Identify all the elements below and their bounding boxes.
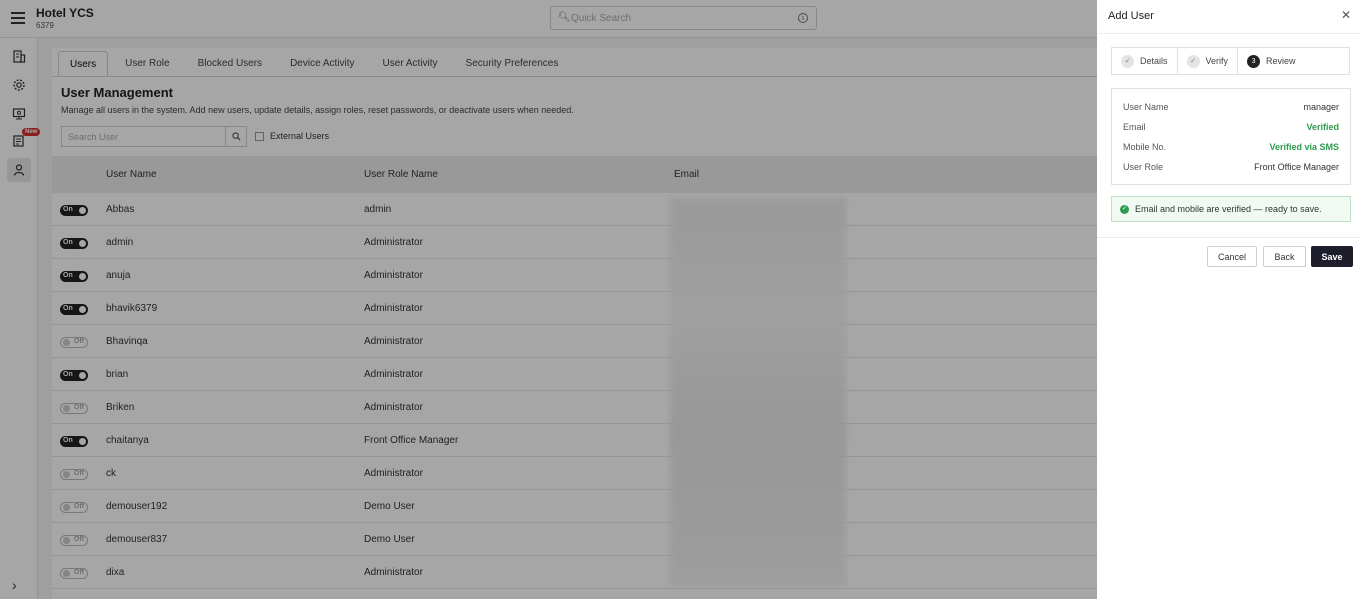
review-summary: User Name manager Email Verified Mobile … <box>1111 88 1351 185</box>
review-key: User Name <box>1123 102 1169 112</box>
review-row-user-role: User Role Front Office Manager <box>1123 162 1339 176</box>
review-value: Verified via SMS <box>1269 142 1339 152</box>
review-row-user-name: User Name manager <box>1123 102 1339 116</box>
review-key: User Role <box>1123 162 1164 172</box>
step-review[interactable]: 3 Review <box>1238 48 1305 74</box>
review-key: Mobile No. <box>1123 142 1167 152</box>
review-value: Verified <box>1306 122 1339 132</box>
drawer-divider <box>1097 33 1361 34</box>
add-user-drawer: Add User ✕ ✓ Details ✓ Verify 3 Review U… <box>1097 0 1361 599</box>
back-button[interactable]: Back <box>1263 246 1306 267</box>
close-icon[interactable]: ✕ <box>1341 8 1351 22</box>
step-details[interactable]: ✓ Details <box>1112 48 1178 74</box>
success-alert: ✓ Email and mobile are verified — ready … <box>1111 196 1351 222</box>
review-row-email: Email Verified <box>1123 122 1339 136</box>
stepper: ✓ Details ✓ Verify 3 Review <box>1111 47 1350 75</box>
cancel-button[interactable]: Cancel <box>1207 246 1257 267</box>
review-key: Email <box>1123 122 1146 132</box>
check-icon: ✓ <box>1121 54 1134 68</box>
save-button[interactable]: Save <box>1311 246 1353 267</box>
review-value: Front Office Manager <box>1254 162 1339 172</box>
step-verify[interactable]: ✓ Verify <box>1178 48 1239 74</box>
review-row-mobile: Mobile No. Verified via SMS <box>1123 142 1339 156</box>
drawer-divider <box>1097 237 1361 238</box>
review-value: manager <box>1303 102 1339 112</box>
check-icon: ✓ <box>1186 54 1200 68</box>
drawer-title: Add User <box>1108 10 1154 22</box>
step-number: 3 <box>1247 54 1261 68</box>
step-label: Review <box>1266 56 1296 66</box>
step-label: Verify <box>1205 56 1229 66</box>
alert-text: Email and mobile are verified — ready to… <box>1135 204 1322 214</box>
step-label: Details <box>1140 56 1168 66</box>
check-circle-icon: ✓ <box>1120 204 1129 214</box>
modal-backdrop[interactable] <box>0 0 1097 599</box>
